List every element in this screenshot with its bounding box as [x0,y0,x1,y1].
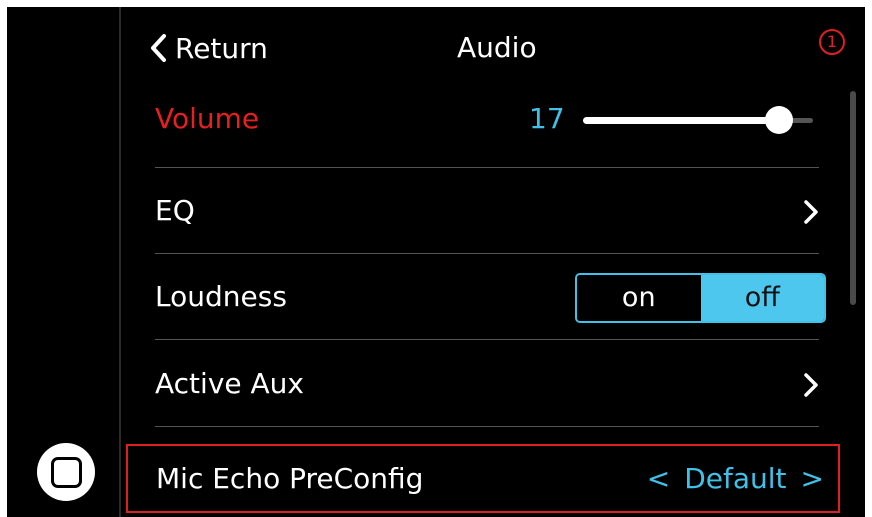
chevron-right-icon [804,200,818,224]
return-label: Return [175,31,268,65]
chevron-left-icon [151,34,166,62]
home-icon [50,456,82,488]
return-button[interactable]: Return [149,27,268,69]
left-rail [7,7,121,517]
scrollbar[interactable] [850,91,856,305]
head-unit-screen: Return Audio 1 Volume 17 EQ Loudness on … [7,7,865,517]
annotation-badge: 1 [819,29,845,55]
mic-echo-value: Default [684,462,787,495]
mic-echo-selector: < Default > [633,446,824,511]
active-aux-label: Active Aux [155,367,304,400]
mic-echo-prev-button[interactable]: < [647,462,670,495]
chevron-right-icon [804,373,818,397]
active-aux-row[interactable]: Active Aux [155,341,819,427]
slider-thumb[interactable] [764,106,793,134]
loudness-off-option[interactable]: off [700,275,824,321]
eq-label: EQ [155,194,195,227]
loudness-row: Loudness on off [155,254,826,340]
home-button[interactable] [37,443,95,501]
volume-slider[interactable] [583,106,813,134]
eq-row[interactable]: EQ [155,168,819,254]
loudness-toggle[interactable]: on off [575,273,826,323]
volume-value: 17 [529,102,565,135]
loudness-on-option[interactable]: on [577,275,701,321]
slider-fill [583,117,779,124]
volume-row: Volume 17 [155,82,819,168]
page-title: Audio [457,31,537,64]
mic-echo-label: Mic Echo PreConfig [156,462,424,495]
loudness-label: Loudness [155,280,287,313]
mic-echo-next-button[interactable]: > [801,462,824,495]
mic-echo-row: Mic Echo PreConfig < Default > [126,444,840,513]
volume-label: Volume [155,102,260,135]
